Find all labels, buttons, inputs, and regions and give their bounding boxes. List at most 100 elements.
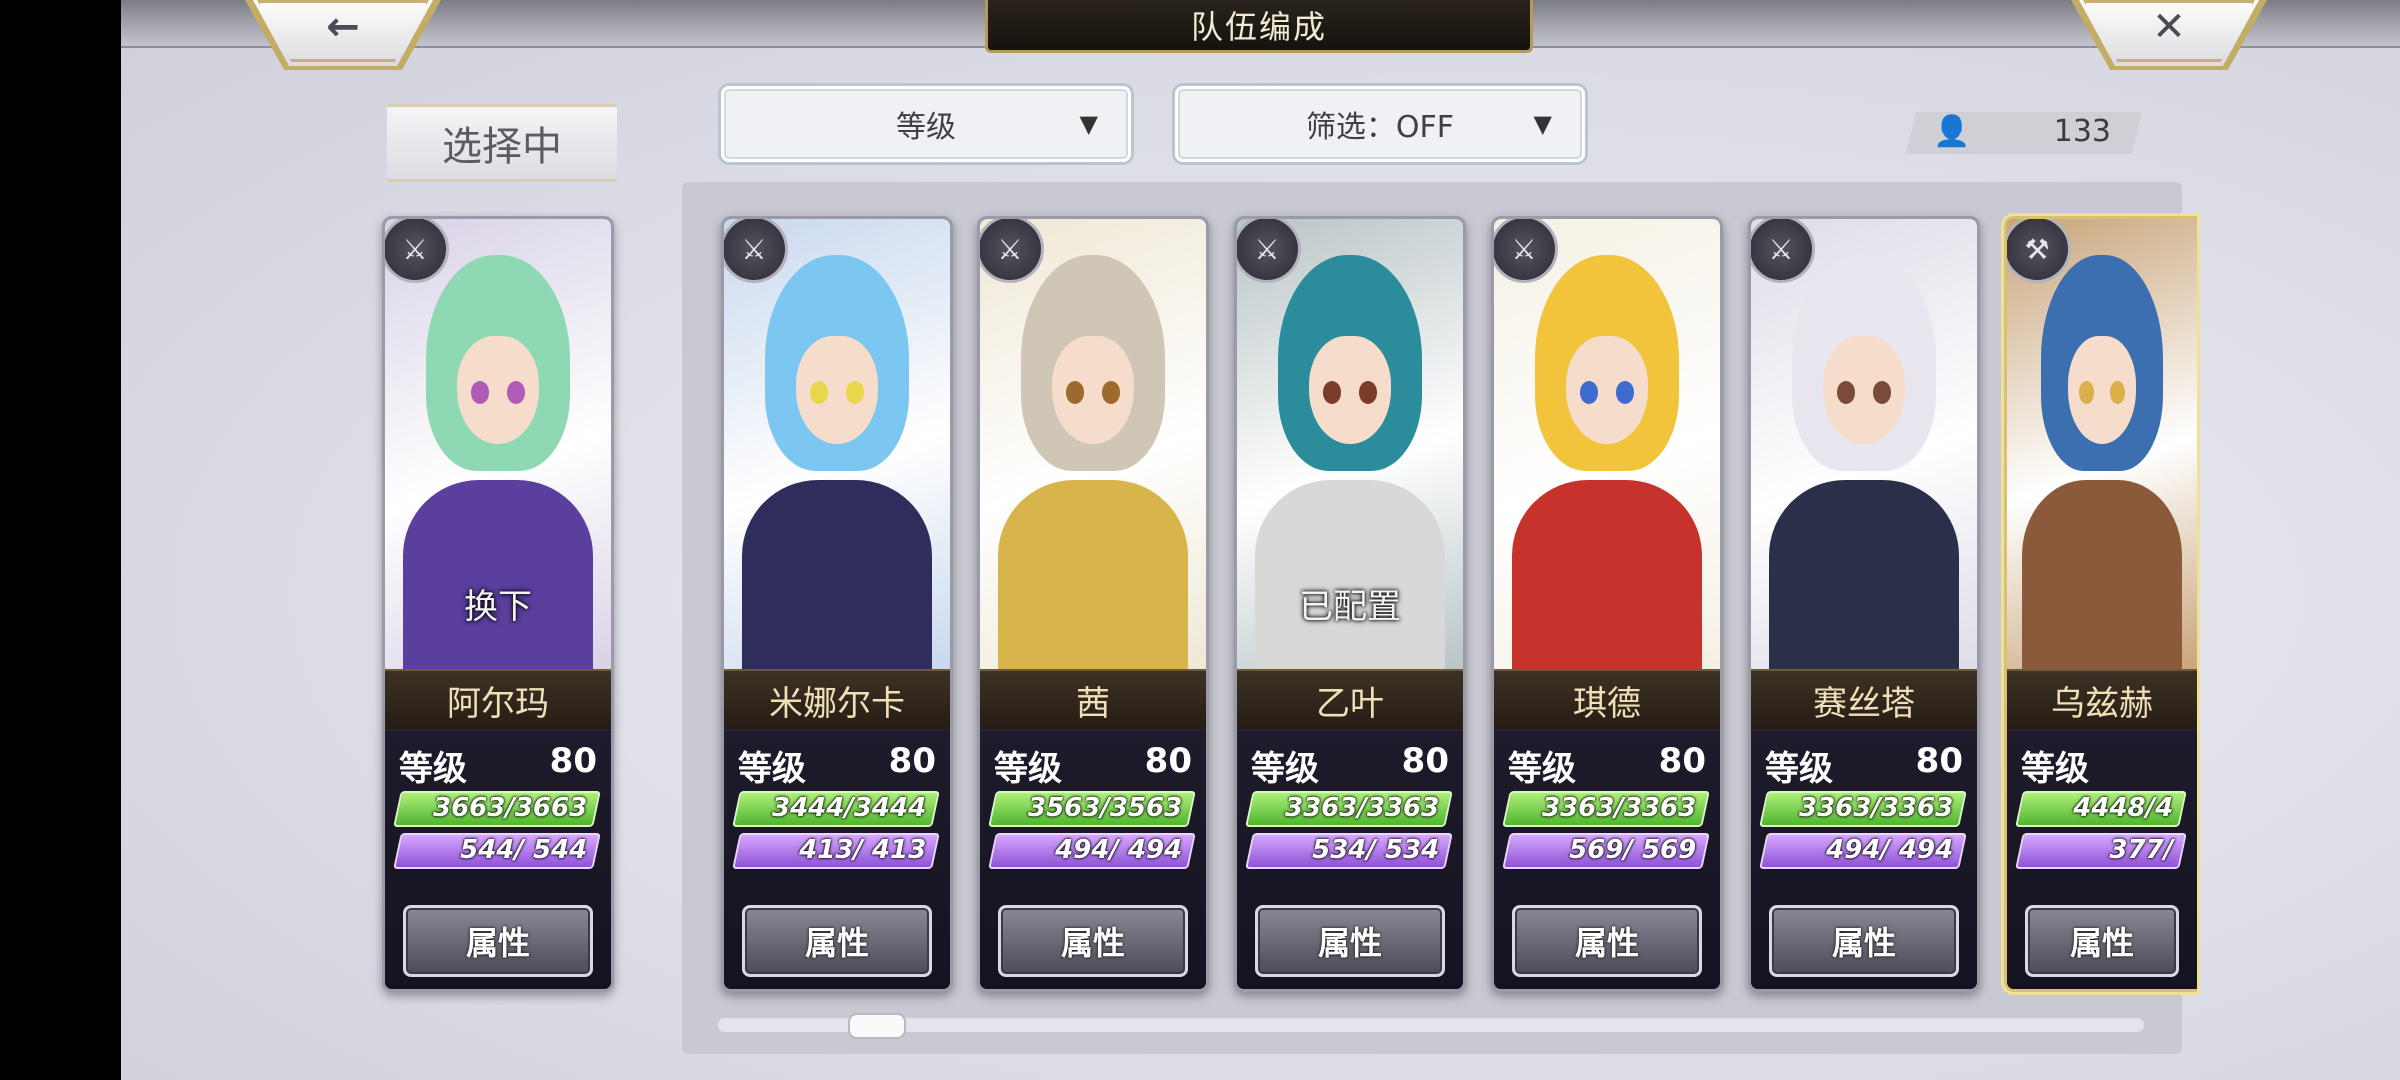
attributes-button[interactable]: 属性 [1512, 905, 1702, 977]
character-name: 乌兹赫 [2007, 669, 2197, 731]
portrait-eye [1065, 381, 1084, 404]
character-card[interactable]: ⚔ 茜 等级 80 3563/3563 494/ 494 属性 [977, 216, 1209, 992]
axe-icon: ⚒ [2007, 219, 2071, 283]
portrait-eye [1359, 381, 1378, 404]
mp-value: 569/ 569 [1569, 835, 1697, 865]
blade-icon: ⚔ [1237, 219, 1301, 283]
character-stats: 等级 80 3444/3444 413/ 413 属性 [724, 729, 950, 989]
mp-value: 494/ 494 [1826, 835, 1954, 865]
character-card[interactable]: ⚔ 换下 阿尔玛 等级 80 3663/3663 544/ 544 属性 [382, 216, 614, 992]
level-row: 等级 80 [738, 741, 936, 789]
attributes-button[interactable]: 属性 [403, 905, 593, 977]
portrait-face [2067, 336, 2137, 444]
character-name: 乙叶 [1237, 669, 1463, 731]
team-formation-screen: ← 队伍编成 ✕ 选择中 等级 ▼ 筛选：OFF ▼ 👤 133 ⚔ 换下 阿尔… [121, 0, 2400, 1080]
level-value: 80 [1658, 741, 1706, 781]
portrait-eye [2079, 381, 2095, 404]
character-name: 赛丝塔 [1751, 669, 1977, 731]
hp-bar: 3363/3363 [1502, 791, 1710, 827]
mp-bar: 377/ [2015, 833, 2187, 869]
portrait-body [403, 480, 593, 669]
hp-value: 3663/3663 [432, 793, 588, 823]
portrait-face [457, 336, 539, 444]
portrait-eye [1579, 381, 1598, 404]
hp-bar: 3363/3363 [1759, 791, 1967, 827]
attributes-button[interactable]: 属性 [1255, 905, 1445, 977]
character-name: 米娜尔卡 [724, 669, 950, 731]
portrait-eye [1616, 381, 1635, 404]
character-card[interactable]: ⚔ 赛丝塔 等级 80 3363/3363 494/ 494 属性 [1748, 216, 1980, 992]
attributes-button[interactable]: 属性 [2025, 905, 2179, 977]
character-stats: 等级 4448/4 377/ 属性 [2007, 729, 2197, 989]
attributes-button[interactable]: 属性 [1769, 905, 1959, 977]
card-status-overlay: 换下 [464, 587, 532, 627]
hp-value: 3444/3444 [771, 793, 927, 823]
page-title: 队伍编成 [985, 0, 1533, 53]
character-portrait [980, 219, 1206, 669]
level-value: 80 [1915, 741, 1963, 781]
portrait-eye [846, 381, 865, 404]
roster-scrollbar[interactable] [718, 1018, 2144, 1032]
level-row: 等级 [2021, 741, 2183, 789]
character-portrait [724, 219, 950, 669]
level-label: 等级 [2021, 749, 2089, 789]
back-arrow-icon: ← [326, 4, 360, 50]
portrait-body [2022, 480, 2182, 669]
portrait-body [1769, 480, 1959, 669]
portrait-body [998, 480, 1188, 669]
mp-value: 534/ 534 [1312, 835, 1440, 865]
mp-value: 544/ 544 [460, 835, 588, 865]
level-value: 80 [888, 741, 936, 781]
attributes-button[interactable]: 属性 [998, 905, 1188, 977]
sort-dropdown[interactable]: 等级 ▼ [721, 86, 1131, 162]
mp-bar: 544/ 544 [393, 833, 601, 869]
character-card[interactable]: ⚔ 已配置 乙叶 等级 80 3363/3363 534/ 534 属性 [1234, 216, 1466, 992]
portrait-body [1255, 480, 1445, 669]
level-label: 等级 [1765, 749, 1833, 789]
sort-value: 等级 [896, 110, 956, 145]
level-value: 80 [1401, 741, 1449, 781]
mp-value: 413/ 413 [799, 835, 927, 865]
character-stats: 等级 80 3363/3363 534/ 534 属性 [1237, 729, 1463, 989]
blade-icon: ⚔ [980, 219, 1044, 283]
mp-value: 377/ [2109, 835, 2174, 865]
character-stats: 等级 80 3663/3663 544/ 544 属性 [385, 729, 611, 989]
level-label: 等级 [738, 749, 806, 789]
card-status-overlay: 已配置 [1299, 587, 1401, 627]
level-label: 等级 [1508, 749, 1576, 789]
hp-bar: 3444/3444 [732, 791, 940, 827]
character-card[interactable]: ⚔ 米娜尔卡 等级 80 3444/3444 413/ 413 属性 [721, 216, 953, 992]
hp-value: 3563/3563 [1027, 793, 1183, 823]
character-stats: 等级 80 3363/3363 494/ 494 属性 [1751, 729, 1977, 989]
character-stats: 等级 80 3563/3563 494/ 494 属性 [980, 729, 1206, 989]
character-card[interactable]: ⚔ 琪德 等级 80 3363/3363 569/ 569 属性 [1491, 216, 1723, 992]
level-label: 等级 [994, 749, 1062, 789]
character-portrait [2007, 219, 2197, 669]
portrait-face [1309, 336, 1391, 444]
scrollbar-thumb[interactable] [848, 1013, 906, 1039]
filter-dropdown[interactable]: 筛选：OFF ▼ [1175, 86, 1585, 162]
character-name: 阿尔玛 [385, 669, 611, 731]
blade-icon: ⚔ [1751, 219, 1815, 283]
portrait-eye [2109, 381, 2125, 404]
sword-icon: ⚔ [724, 219, 788, 283]
mp-bar: 494/ 494 [988, 833, 1196, 869]
attributes-button[interactable]: 属性 [742, 905, 932, 977]
character-portrait [1751, 219, 1977, 669]
hp-value: 3363/3363 [1541, 793, 1697, 823]
mp-bar: 534/ 534 [1245, 833, 1453, 869]
chevron-down-icon: ▼ [1533, 110, 1552, 138]
character-portrait [1494, 219, 1720, 669]
level-row: 等级 80 [399, 741, 597, 789]
portrait-eye [1836, 381, 1855, 404]
hp-bar: 4448/4 [2015, 791, 2187, 827]
portrait-eye [1873, 381, 1892, 404]
level-value: 80 [1144, 741, 1192, 781]
level-row: 等级 80 [1765, 741, 1963, 789]
chevron-down-icon: ▼ [1079, 110, 1098, 138]
character-card[interactable]: ⚒ 乌兹赫 等级 4448/4 377/ 属性 [2004, 216, 2197, 992]
hp-bar: 3363/3363 [1245, 791, 1453, 827]
character-name: 茜 [980, 669, 1206, 731]
level-value: 80 [549, 741, 597, 781]
portrait-eye [809, 381, 828, 404]
